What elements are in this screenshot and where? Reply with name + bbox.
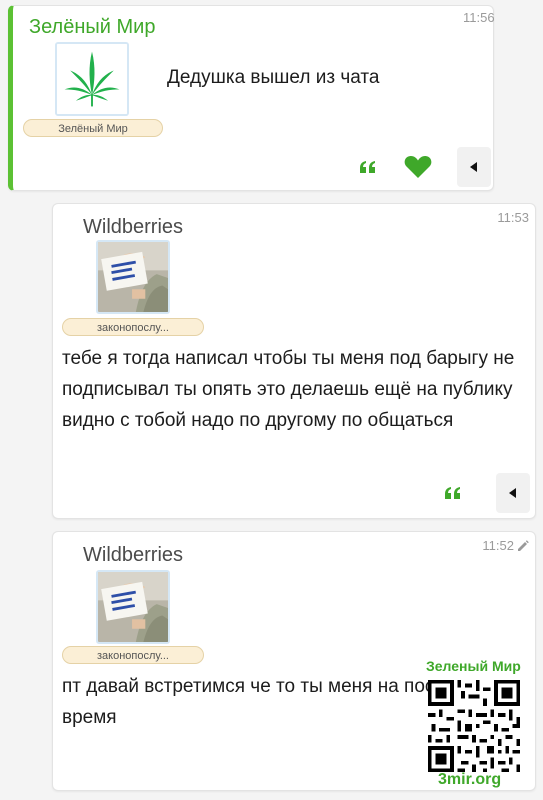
- watermark-site: 3mir.org: [438, 771, 502, 788]
- heart-icon: [404, 155, 432, 178]
- avatar[interactable]: [55, 42, 129, 116]
- message-actions: [438, 473, 530, 513]
- menu-arrow-icon: [509, 488, 516, 498]
- cannabis-leaf-icon: [57, 44, 127, 114]
- message-card: Зелёный Мир 11:56 Зелёный Мир Дедушка вы…: [8, 5, 495, 191]
- quote-button[interactable]: [438, 478, 468, 508]
- watermark-title: Зеленый Мир: [426, 658, 521, 674]
- message-author[interactable]: Wildberries: [83, 544, 183, 567]
- message-actions: [353, 147, 491, 187]
- avatar-name-label: законопослу...: [62, 318, 204, 336]
- quote-icon: [360, 161, 375, 173]
- like-button[interactable]: [401, 152, 435, 182]
- avatar[interactable]: [96, 570, 170, 644]
- message-author[interactable]: Wildberries: [83, 216, 183, 239]
- message-card: Wildberries 11:53 законопослу... тебе я …: [52, 203, 536, 519]
- avatar-name-label: Зелёный Мир: [23, 119, 163, 137]
- message-time: 11:53: [497, 210, 529, 225]
- message-menu-button[interactable]: [457, 147, 491, 187]
- qr-code-icon: [428, 680, 520, 772]
- message-text: тебе я тогда написал чтобы ты меня под б…: [62, 348, 515, 431]
- pencil-icon[interactable]: [517, 539, 529, 552]
- message-time-wrap: 11:52: [482, 538, 529, 553]
- message-time: 11:56: [463, 10, 495, 25]
- message-author[interactable]: Зелёный Мир: [29, 16, 155, 39]
- quote-button[interactable]: [353, 152, 383, 182]
- message-text: Дедушка вышел из чата: [167, 67, 380, 88]
- message-time: 11:52: [482, 538, 514, 553]
- quote-icon: [445, 487, 460, 499]
- watermark: Зеленый Мир 3mir.org: [422, 656, 530, 792]
- avatar[interactable]: [96, 240, 170, 314]
- menu-arrow-icon: [470, 162, 477, 172]
- message-menu-button[interactable]: [496, 473, 530, 513]
- avatar-name-label: законопослу...: [62, 646, 204, 664]
- avatar-photo: [98, 242, 168, 312]
- avatar-photo: [98, 572, 168, 642]
